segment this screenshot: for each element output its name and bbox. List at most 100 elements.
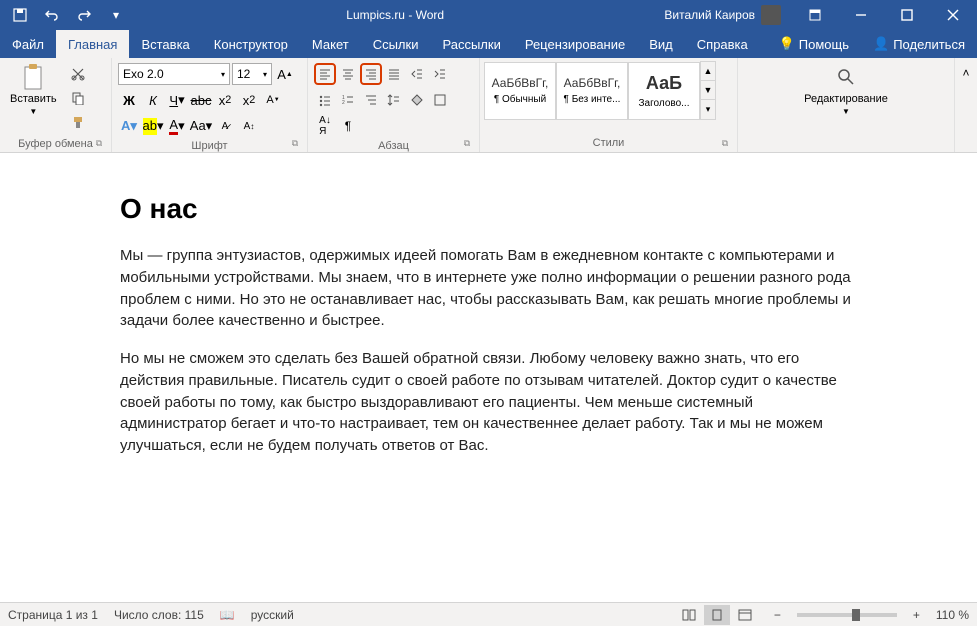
superscript-button[interactable]: x2 [238, 89, 260, 111]
styles-launcher[interactable]: ⧉ [719, 138, 731, 150]
bullets-button[interactable] [314, 89, 336, 111]
doc-paragraph[interactable]: Мы — группа энтузиастов, одержимых идеей… [120, 245, 857, 332]
page-indicator[interactable]: Страница 1 из 1 [8, 608, 98, 622]
font-size-combo[interactable]: 12▾ [232, 63, 272, 85]
tab-help[interactable]: Справка [685, 30, 760, 58]
style-no-spacing[interactable]: АаБбВвГг, ¶ Без инте... [556, 62, 628, 120]
zoom-in-button[interactable]: + [913, 608, 920, 622]
user-name: Виталий Каиров [664, 8, 755, 22]
avatar [761, 5, 781, 25]
strikethrough-button[interactable]: abc [190, 89, 212, 111]
document-page: О нас Мы — группа энтузиастов, одержимых… [0, 153, 977, 513]
highlight-button[interactable]: ab▾ [142, 115, 164, 137]
user-account[interactable]: Виталий Каиров [654, 5, 791, 25]
tab-layout[interactable]: Макет [300, 30, 361, 58]
clear-formatting-button[interactable]: A̷ [214, 115, 236, 137]
tab-references[interactable]: Ссылки [361, 30, 431, 58]
zoom-out-button[interactable]: − [774, 608, 781, 622]
undo-button[interactable] [38, 1, 66, 29]
paste-button[interactable]: Вставить ▼ [4, 61, 63, 118]
align-right-button[interactable] [360, 63, 382, 85]
zoom-slider[interactable] [797, 613, 897, 617]
tell-me[interactable]: 💡Помощь [767, 30, 861, 58]
cut-button[interactable] [67, 63, 89, 85]
spellcheck-icon[interactable]: 📖 [220, 608, 235, 622]
tab-mailings[interactable]: Рассылки [430, 30, 512, 58]
search-icon [832, 63, 860, 91]
paragraph-launcher[interactable]: ⧉ [461, 138, 473, 150]
group-font: Exo 2.0▾ 12▾ A▲ Ж К Ч▾ abc x2 x2 A▼ A▾ a… [112, 58, 308, 152]
autosave-icon[interactable] [6, 1, 34, 29]
decrease-indent-button[interactable] [406, 63, 428, 85]
titlebar: ▾ Lumpics.ru - Word Виталий Каиров [0, 0, 977, 30]
tab-design[interactable]: Конструктор [202, 30, 300, 58]
tab-file[interactable]: Файл [0, 30, 56, 58]
subscript-button[interactable]: x2 [214, 89, 236, 111]
language-indicator[interactable]: русский [251, 608, 294, 622]
numbering-button[interactable]: 12 [337, 89, 359, 111]
line-spacing-button[interactable] [383, 89, 405, 111]
chevron-down-icon: ▼ [29, 107, 37, 116]
sort-button[interactable]: А↓Я [314, 115, 336, 137]
zoom-level[interactable]: 110 % [936, 608, 969, 622]
underline-button[interactable]: Ч▾ [166, 89, 188, 111]
close-button[interactable] [931, 0, 975, 30]
tab-review[interactable]: Рецензирование [513, 30, 637, 58]
group-clipboard: Вставить ▼ Буфер обмена⧉ [0, 58, 112, 152]
svg-text:2: 2 [342, 100, 345, 106]
font-launcher[interactable]: ⧉ [289, 138, 301, 150]
borders-button[interactable] [429, 89, 451, 111]
chevron-down-icon: ▼ [842, 107, 850, 116]
group-paragraph: 12 А↓Я ¶ Абзац⧉ [308, 58, 480, 152]
editing-dropdown[interactable]: Редактирование ▼ [798, 61, 894, 118]
read-mode-button[interactable] [676, 605, 702, 625]
ribbon-tabs: Файл Главная Вставка Конструктор Макет С… [0, 30, 977, 58]
doc-paragraph[interactable]: Но мы не сможем это сделать без Вашей об… [120, 348, 857, 457]
lightbulb-icon: 💡 [779, 36, 795, 52]
share-button[interactable]: 👤Поделиться [861, 30, 977, 58]
styles-down-button[interactable]: ▼ [701, 81, 715, 100]
clipboard-launcher[interactable]: ⧉ [93, 138, 105, 150]
character-shading-button[interactable]: A↕ [238, 115, 260, 137]
format-painter-button[interactable] [67, 111, 89, 133]
doc-heading[interactable]: О нас [120, 193, 857, 225]
share-icon: 👤 [873, 36, 889, 52]
align-justify-button[interactable] [383, 63, 405, 85]
minimize-button[interactable] [839, 0, 883, 30]
qat-dropdown[interactable]: ▾ [102, 1, 130, 29]
style-normal[interactable]: АаБбВвГг, ¶ Обычный [484, 62, 556, 120]
word-count[interactable]: Число слов: 115 [114, 608, 204, 622]
text-effects-button[interactable]: A▾ [118, 115, 140, 137]
document-area[interactable]: О нас Мы — группа энтузиастов, одержимых… [0, 153, 977, 530]
styles-up-button[interactable]: ▲ [701, 62, 715, 81]
italic-button[interactable]: К [142, 89, 164, 111]
collapse-ribbon-button[interactable]: ˄ [955, 62, 977, 84]
maximize-button[interactable] [885, 0, 929, 30]
tab-view[interactable]: Вид [637, 30, 685, 58]
group-editing: Редактирование ▼ [738, 58, 955, 152]
print-layout-button[interactable] [704, 605, 730, 625]
ribbon-display-options[interactable] [793, 0, 837, 30]
statusbar: Страница 1 из 1 Число слов: 115 📖 русски… [0, 602, 977, 626]
multilevel-list-button[interactable] [360, 89, 382, 111]
style-heading1[interactable]: АаБ Заголово... [628, 62, 700, 120]
increase-indent-button[interactable] [429, 63, 451, 85]
group-styles: АаБбВвГг, ¶ Обычный АаБбВвГг, ¶ Без инте… [480, 58, 738, 152]
styles-expand-button[interactable]: ▾ [701, 100, 715, 119]
show-marks-button[interactable]: ¶ [337, 115, 359, 137]
shrink-font-button[interactable]: A▼ [262, 89, 284, 111]
clipboard-icon [19, 63, 47, 91]
shading-button[interactable] [406, 89, 428, 111]
font-color-button[interactable]: A▾ [166, 115, 188, 137]
bold-button[interactable]: Ж [118, 89, 140, 111]
align-center-button[interactable] [337, 63, 359, 85]
font-name-combo[interactable]: Exo 2.0▾ [118, 63, 230, 85]
tab-home[interactable]: Главная [56, 30, 129, 58]
grow-font-button[interactable]: A▲ [274, 63, 296, 85]
redo-button[interactable] [70, 1, 98, 29]
change-case-button[interactable]: Aa▾ [190, 115, 212, 137]
web-layout-button[interactable] [732, 605, 758, 625]
tab-insert[interactable]: Вставка [129, 30, 201, 58]
align-left-button[interactable] [314, 63, 336, 85]
copy-button[interactable] [67, 87, 89, 109]
